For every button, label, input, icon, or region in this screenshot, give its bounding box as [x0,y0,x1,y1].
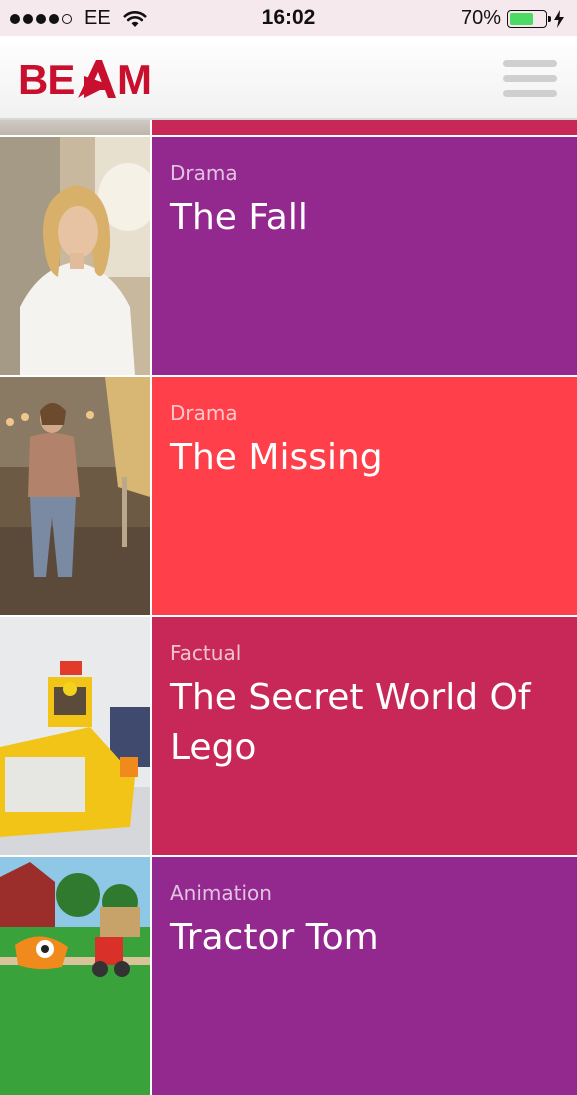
programme-genre: Animation [170,881,272,905]
menu-bar [503,60,557,67]
programme-row[interactable]: Drama The Missing [0,377,577,615]
programme-thumbnail [0,137,150,375]
programme-thumbnail [0,857,150,1095]
programme-title: The Missing [170,437,383,478]
programme-panel: Factual The Secret World Of Lego [152,617,577,855]
app-header: BE M [0,36,577,120]
battery-icon [507,9,551,28]
programme-panel: Drama The Missing [152,377,577,615]
programme-genre: Factual [170,641,242,665]
list-item-partial[interactable] [0,120,577,135]
svg-text:BE: BE [18,56,74,102]
programme-title: The Secret World Of Lego [170,677,531,768]
charging-bolt-icon [554,9,564,28]
programme-row[interactable]: Animation Tractor Tom [0,857,577,1095]
beam-logo[interactable]: BE M [18,54,158,102]
programme-thumbnail [0,120,150,135]
programme-row[interactable]: Drama The Fall [0,137,577,375]
programme-title: Tractor Tom [170,917,379,958]
status-right: 70% [461,7,565,30]
hamburger-menu-icon[interactable] [503,60,557,98]
programme-title: The Fall [170,197,308,238]
menu-bar [503,75,557,82]
programme-genre: Drama [170,161,238,185]
programme-thumbnail [0,617,150,855]
menu-bar [503,90,557,97]
programme-genre: Drama [170,401,238,425]
svg-text:M: M [117,56,152,102]
battery-percent: 70% [460,7,501,29]
programme-row[interactable]: Factual The Secret World Of Lego [0,617,577,855]
battery-nub [548,15,551,22]
status-bar: EE 16:02 70% [0,0,577,36]
programme-panel: Drama The Fall [152,137,577,375]
programme-thumbnail [0,377,150,615]
programme-panel [152,120,577,135]
battery-fill [510,12,533,25]
programme-panel: Animation Tractor Tom [152,857,577,1095]
